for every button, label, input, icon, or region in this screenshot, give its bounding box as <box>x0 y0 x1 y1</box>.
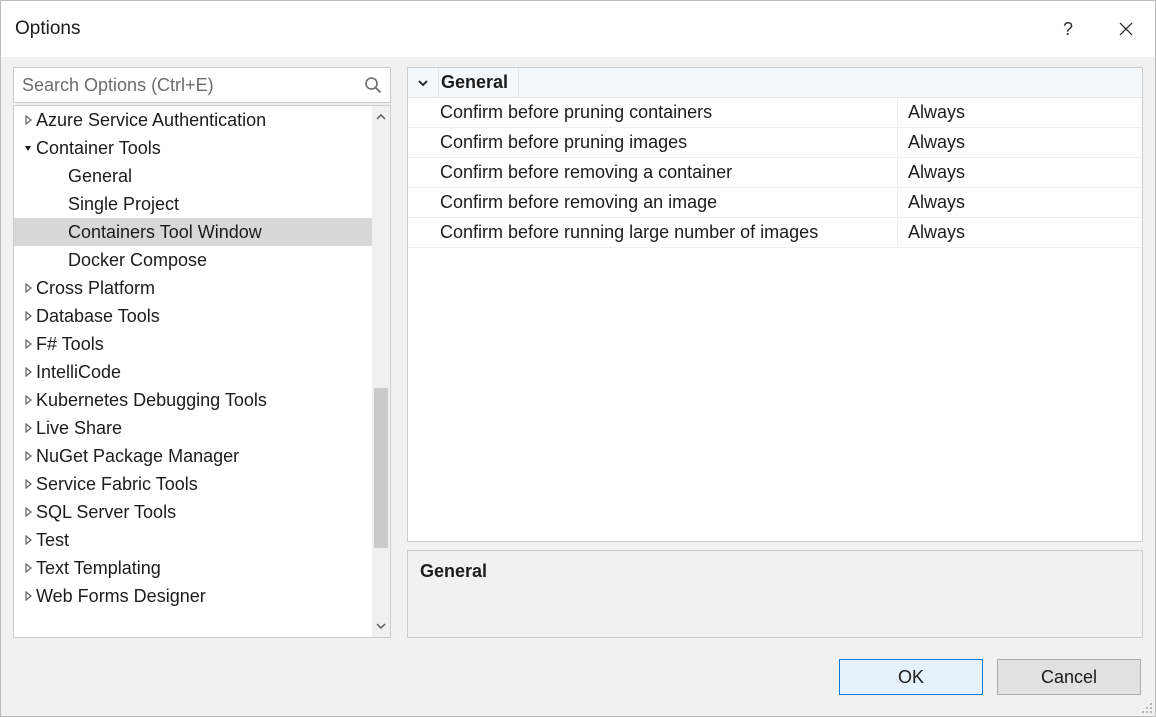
tree-item[interactable]: Text Templating <box>14 554 372 582</box>
resize-grip-icon[interactable] <box>1139 700 1153 714</box>
property-row[interactable]: Confirm before pruning imagesAlways <box>408 128 1142 158</box>
property-row[interactable]: Confirm before pruning containersAlways <box>408 98 1142 128</box>
tree-item-label: Docker Compose <box>68 250 207 271</box>
search-box[interactable] <box>13 67 391 103</box>
caret-right-icon[interactable] <box>20 311 36 321</box>
window-title: Options <box>15 18 1039 40</box>
property-value[interactable]: Always <box>898 188 1142 217</box>
tree-item-label: Cross Platform <box>36 278 155 299</box>
left-panel: Azure Service Authentication Container To… <box>13 67 391 638</box>
tree-item-label: Container Tools <box>36 138 161 159</box>
tree-item[interactable]: SQL Server Tools <box>14 498 372 526</box>
property-value[interactable]: Always <box>898 128 1142 157</box>
property-row[interactable]: Confirm before removing an imageAlways <box>408 188 1142 218</box>
scroll-thumb[interactable] <box>374 388 388 548</box>
tree-item[interactable]: Web Forms Designer <box>14 582 372 610</box>
scroll-down-icon[interactable] <box>372 617 390 635</box>
right-panel: General Confirm before pruning container… <box>407 67 1143 638</box>
description-pane: General <box>407 550 1143 638</box>
tree-item[interactable]: Test <box>14 526 372 554</box>
caret-right-icon[interactable] <box>20 283 36 293</box>
tree-item[interactable]: Kubernetes Debugging Tools <box>14 386 372 414</box>
tree-item-label: Service Fabric Tools <box>36 474 198 495</box>
tree-scrollbar[interactable] <box>372 106 390 637</box>
caret-right-icon[interactable] <box>20 451 36 461</box>
cancel-button-label: Cancel <box>1041 667 1097 688</box>
tree-item[interactable]: Containers Tool Window <box>14 218 372 246</box>
property-group-header[interactable]: General <box>408 68 1142 98</box>
search-icon[interactable] <box>356 76 390 94</box>
options-dialog: Options ? Azure Serv <box>0 0 1156 717</box>
caret-down-icon[interactable] <box>20 143 36 153</box>
tree-item[interactable]: Cross Platform <box>14 274 372 302</box>
property-grid[interactable]: General Confirm before pruning container… <box>407 67 1143 542</box>
caret-right-icon[interactable] <box>20 395 36 405</box>
property-row[interactable]: Confirm before removing a containerAlway… <box>408 158 1142 188</box>
tree-item-label: Web Forms Designer <box>36 586 206 607</box>
tree-item-label: Kubernetes Debugging Tools <box>36 390 267 411</box>
tree-item[interactable]: Container Tools <box>14 134 372 162</box>
options-tree-container: Azure Service Authentication Container To… <box>13 105 391 638</box>
tree-item[interactable]: NuGet Package Manager <box>14 442 372 470</box>
caret-right-icon[interactable] <box>20 339 36 349</box>
tree-item-label: Text Templating <box>36 558 161 579</box>
property-value[interactable]: Always <box>898 158 1142 187</box>
tree-item[interactable]: F# Tools <box>14 330 372 358</box>
footer: OK Cancel <box>1 638 1155 716</box>
property-name: Confirm before running large number of i… <box>408 218 898 247</box>
tree-item-label: IntelliCode <box>36 362 121 383</box>
caret-right-icon[interactable] <box>20 479 36 489</box>
collapse-icon[interactable] <box>408 77 438 89</box>
content-area: Azure Service Authentication Container To… <box>1 57 1155 638</box>
scroll-up-icon[interactable] <box>372 108 390 126</box>
property-row[interactable]: Confirm before running large number of i… <box>408 218 1142 248</box>
tree-item-label: Single Project <box>68 194 179 215</box>
caret-right-icon[interactable] <box>20 367 36 377</box>
tree-item-label: Containers Tool Window <box>68 222 262 243</box>
property-name: Confirm before removing an image <box>408 188 898 217</box>
close-icon <box>1119 22 1133 36</box>
property-name: Confirm before removing a container <box>408 158 898 187</box>
tree-item[interactable]: Docker Compose <box>14 246 372 274</box>
ok-button-label: OK <box>898 667 924 688</box>
titlebar: Options ? <box>1 1 1155 57</box>
tree-item[interactable]: General <box>14 162 372 190</box>
tree-item-label: General <box>68 166 132 187</box>
tree-item[interactable]: IntelliCode <box>14 358 372 386</box>
tree-item-label: Database Tools <box>36 306 160 327</box>
search-input[interactable] <box>14 71 356 100</box>
tree-item[interactable]: Single Project <box>14 190 372 218</box>
caret-right-icon[interactable] <box>20 535 36 545</box>
property-group-label: General <box>438 68 519 97</box>
options-tree[interactable]: Azure Service Authentication Container To… <box>14 106 372 637</box>
caret-right-icon[interactable] <box>20 591 36 601</box>
tree-item-label: NuGet Package Manager <box>36 446 239 467</box>
property-name: Confirm before pruning containers <box>408 98 898 127</box>
tree-item-label: F# Tools <box>36 334 104 355</box>
caret-right-icon[interactable] <box>20 115 36 125</box>
tree-item[interactable]: Service Fabric Tools <box>14 470 372 498</box>
tree-item[interactable]: Live Share <box>14 414 372 442</box>
property-value[interactable]: Always <box>898 218 1142 247</box>
tree-item-label: Live Share <box>36 418 122 439</box>
tree-item-label: SQL Server Tools <box>36 502 176 523</box>
caret-right-icon[interactable] <box>20 507 36 517</box>
tree-item[interactable]: Database Tools <box>14 302 372 330</box>
tree-item[interactable]: Azure Service Authentication <box>14 106 372 134</box>
help-button[interactable]: ? <box>1039 1 1097 57</box>
caret-right-icon[interactable] <box>20 563 36 573</box>
close-button[interactable] <box>1097 1 1155 57</box>
help-icon: ? <box>1063 19 1073 40</box>
property-name: Confirm before pruning images <box>408 128 898 157</box>
tree-item-label: Test <box>36 530 69 551</box>
tree-item-label: Azure Service Authentication <box>36 110 266 131</box>
cancel-button[interactable]: Cancel <box>997 659 1141 695</box>
caret-right-icon[interactable] <box>20 423 36 433</box>
property-value[interactable]: Always <box>898 98 1142 127</box>
ok-button[interactable]: OK <box>839 659 983 695</box>
description-title: General <box>420 561 487 581</box>
